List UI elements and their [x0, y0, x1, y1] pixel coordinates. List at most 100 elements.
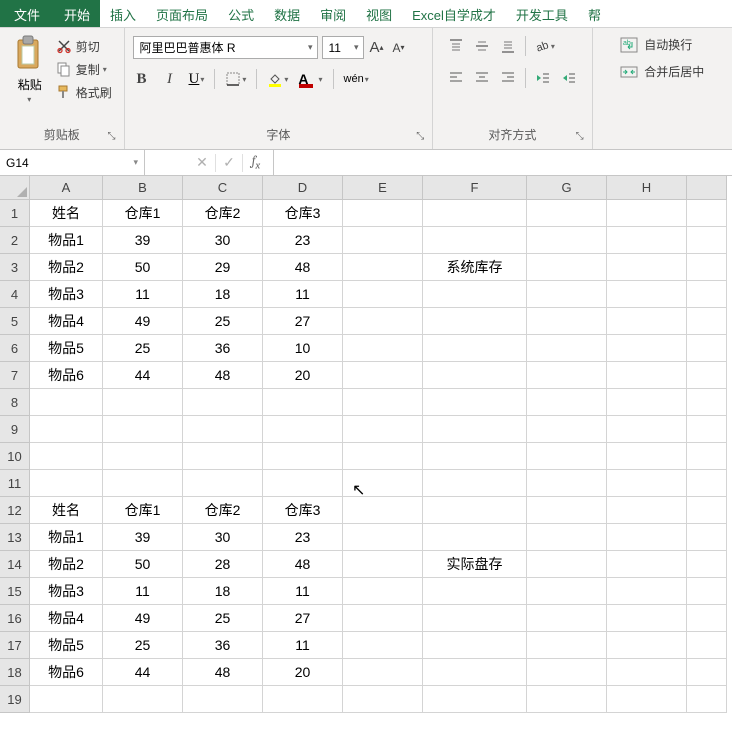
cell-B15[interactable]: 11 — [103, 578, 183, 605]
cell-B7[interactable]: 44 — [103, 362, 183, 389]
cell-E5[interactable] — [343, 308, 423, 335]
cell-A18[interactable]: 物品6 — [30, 659, 103, 686]
decrease-font-button[interactable]: A▾ — [390, 39, 408, 57]
cell-H8[interactable] — [607, 389, 687, 416]
dialog-launcher-icon[interactable]: ⤡ — [574, 131, 586, 143]
row-header-8[interactable]: 8 — [0, 389, 30, 416]
cell-D15[interactable]: 11 — [263, 578, 343, 605]
cell-E8[interactable] — [343, 389, 423, 416]
cell-H10[interactable] — [607, 443, 687, 470]
cell-A13[interactable]: 物品1 — [30, 524, 103, 551]
cell-B4[interactable]: 11 — [103, 281, 183, 308]
font-size-dropdown[interactable]: 11▾ — [322, 36, 364, 59]
cell-E3[interactable] — [343, 254, 423, 281]
col-header-D[interactable]: D — [263, 176, 343, 200]
row-header-2[interactable]: 2 — [0, 227, 30, 254]
cell-A3[interactable]: 物品2 — [30, 254, 103, 281]
cell-F15[interactable] — [423, 578, 527, 605]
cell-D13[interactable]: 23 — [263, 524, 343, 551]
cell-G6[interactable] — [527, 335, 607, 362]
insert-function-button[interactable]: fx — [243, 154, 269, 172]
cancel-formula-button[interactable]: ✕ — [189, 154, 215, 171]
cell-G12[interactable] — [527, 497, 607, 524]
cell-D4[interactable]: 11 — [263, 281, 343, 308]
tab-4[interactable]: 公式 — [218, 0, 264, 27]
cell-B14[interactable]: 50 — [103, 551, 183, 578]
cell-H16[interactable] — [607, 605, 687, 632]
cell-5[interactable] — [687, 308, 727, 335]
row-header-19[interactable]: 19 — [0, 686, 30, 713]
cell-B11[interactable] — [103, 470, 183, 497]
cell-B18[interactable]: 44 — [103, 659, 183, 686]
row-header-9[interactable]: 9 — [0, 416, 30, 443]
cell-G13[interactable] — [527, 524, 607, 551]
cell-F8[interactable] — [423, 389, 527, 416]
cell-8[interactable] — [687, 389, 727, 416]
cell-D8[interactable] — [263, 389, 343, 416]
cell-D1[interactable]: 仓库3 — [263, 200, 343, 227]
cell-C10[interactable] — [183, 443, 263, 470]
cell-E17[interactable] — [343, 632, 423, 659]
cell-C19[interactable] — [183, 686, 263, 713]
row-header-18[interactable]: 18 — [0, 659, 30, 686]
tab-1[interactable]: 开始 — [54, 0, 100, 27]
cell-F3[interactable]: 系统库存 — [423, 254, 527, 281]
cell-F16[interactable] — [423, 605, 527, 632]
cell-E7[interactable] — [343, 362, 423, 389]
cell-B12[interactable]: 仓库1 — [103, 497, 183, 524]
cell-H19[interactable] — [607, 686, 687, 713]
cell-C7[interactable]: 48 — [183, 362, 263, 389]
cell-G11[interactable] — [527, 470, 607, 497]
row-header-16[interactable]: 16 — [0, 605, 30, 632]
copy-button[interactable]: 复制 ▾ — [56, 61, 112, 78]
cell-C17[interactable]: 36 — [183, 632, 263, 659]
cell-E9[interactable] — [343, 416, 423, 443]
cell-B17[interactable]: 25 — [103, 632, 183, 659]
row-header-17[interactable]: 17 — [0, 632, 30, 659]
cell-C15[interactable]: 18 — [183, 578, 263, 605]
cell-F5[interactable] — [423, 308, 527, 335]
cell-6[interactable] — [687, 335, 727, 362]
cell-F2[interactable] — [423, 227, 527, 254]
cell-A7[interactable]: 物品6 — [30, 362, 103, 389]
row-header-12[interactable]: 12 — [0, 497, 30, 524]
format-painter-button[interactable]: 格式刷 — [56, 84, 112, 101]
col-header-edge[interactable] — [687, 176, 727, 200]
cell-H9[interactable] — [607, 416, 687, 443]
dialog-launcher-icon[interactable]: ⤡ — [414, 131, 426, 143]
align-bottom-button[interactable] — [499, 37, 517, 55]
bold-button[interactable]: B — [133, 70, 151, 88]
cells-area[interactable]: 姓名仓库1仓库2仓库3物品1393023物品2502948系统库存物品31118… — [30, 200, 727, 713]
cell-C2[interactable]: 30 — [183, 227, 263, 254]
tab-6[interactable]: 审阅 — [310, 0, 356, 27]
cell-G8[interactable] — [527, 389, 607, 416]
cell-H2[interactable] — [607, 227, 687, 254]
cell-9[interactable] — [687, 416, 727, 443]
cell-10[interactable] — [687, 443, 727, 470]
cell-G15[interactable] — [527, 578, 607, 605]
cell-A19[interactable] — [30, 686, 103, 713]
increase-indent-button[interactable] — [560, 69, 578, 87]
cell-C11[interactable] — [183, 470, 263, 497]
cell-D12[interactable]: 仓库3 — [263, 497, 343, 524]
phonetic-button[interactable]: wén▾ — [344, 73, 369, 85]
tab-3[interactable]: 页面布局 — [146, 0, 218, 27]
merge-center-button[interactable]: 合并后居中 — [620, 63, 704, 80]
cell-17[interactable] — [687, 632, 727, 659]
select-all-corner[interactable] — [0, 176, 30, 200]
cell-A11[interactable] — [30, 470, 103, 497]
cell-C3[interactable]: 29 — [183, 254, 263, 281]
formula-input[interactable] — [274, 150, 732, 175]
cell-F1[interactable] — [423, 200, 527, 227]
cell-H17[interactable] — [607, 632, 687, 659]
align-left-button[interactable] — [447, 69, 465, 87]
cell-15[interactable] — [687, 578, 727, 605]
cell-D6[interactable]: 10 — [263, 335, 343, 362]
cell-E4[interactable] — [343, 281, 423, 308]
cell-A12[interactable]: 姓名 — [30, 497, 103, 524]
tab-8[interactable]: Excel自学成才 — [402, 0, 506, 27]
tab-10[interactable]: 帮 — [578, 0, 611, 27]
increase-font-button[interactable]: A▴ — [368, 39, 386, 57]
col-header-B[interactable]: B — [103, 176, 183, 200]
cell-G7[interactable] — [527, 362, 607, 389]
